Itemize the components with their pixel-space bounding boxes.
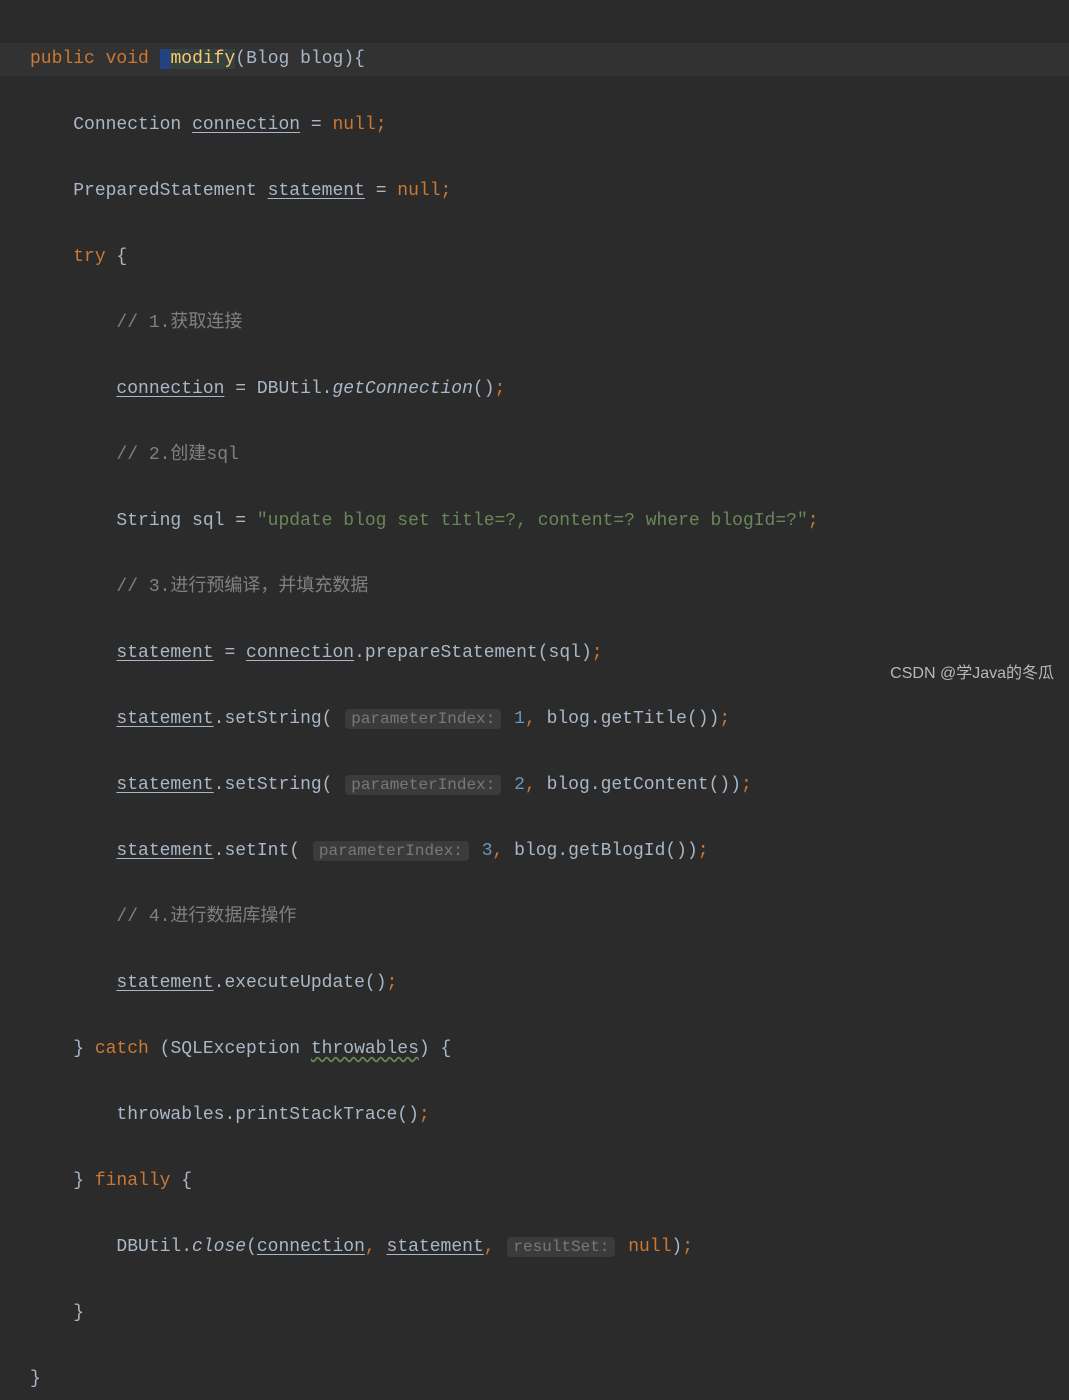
code-line[interactable]: // 2.创建sql: [30, 439, 1069, 472]
code-line[interactable]: } catch (SQLException throwables) {: [30, 1033, 1069, 1066]
argument: statement: [387, 1237, 484, 1257]
argument: blog.getContent(): [547, 775, 731, 795]
keyword-catch: catch: [95, 1039, 149, 1059]
comment: // 4.进行数据库操作: [116, 907, 296, 927]
type: String: [116, 511, 181, 531]
string-literal: "update blog set title=?, content=? wher…: [257, 511, 808, 531]
class-name: DBUtil: [257, 379, 322, 399]
method-call: setString: [224, 709, 321, 729]
exception-var: throwables: [311, 1039, 419, 1059]
argument: blog.getTitle(): [547, 709, 709, 729]
keyword-void: void: [106, 49, 149, 69]
argument: blog.getBlogId(): [514, 841, 687, 861]
keyword-public: public: [30, 49, 95, 69]
keyword-null: null: [628, 1237, 671, 1257]
code-line[interactable]: // 3.进行预编译，并填充数据: [30, 571, 1069, 604]
variable: connection: [192, 115, 300, 135]
variable: statement: [116, 643, 213, 663]
param-name: blog: [300, 49, 343, 69]
code-line[interactable]: try {: [30, 241, 1069, 274]
variable: connection: [116, 379, 224, 399]
variable: sql: [192, 511, 224, 531]
code-line[interactable]: statement.setString( parameterIndex: 1, …: [30, 703, 1069, 736]
comment: // 3.进行预编译，并填充数据: [116, 577, 368, 597]
param-type: Blog: [246, 49, 289, 69]
code-line[interactable]: connection = DBUtil.getConnection();: [30, 373, 1069, 406]
number-literal: 2: [514, 775, 525, 795]
variable: statement: [116, 775, 213, 795]
class-name: DBUtil: [116, 1237, 181, 1257]
number-literal: 3: [482, 841, 493, 861]
method-call: executeUpdate: [224, 973, 364, 993]
parameter-hint: resultSet:: [507, 1237, 615, 1257]
static-method: getConnection: [332, 379, 472, 399]
code-line[interactable]: Connection connection = null;: [30, 109, 1069, 142]
watermark-text: CSDN @学Java的冬瓜: [890, 657, 1054, 690]
keyword-null: null: [333, 115, 376, 135]
variable: throwables: [116, 1105, 224, 1125]
code-line[interactable]: String sql = "update blog set title=?, c…: [30, 505, 1069, 538]
variable: connection: [246, 643, 354, 663]
caret-position: [160, 49, 171, 69]
number-literal: 1: [514, 709, 525, 729]
keyword-null: null: [397, 181, 440, 201]
parameter-hint: parameterIndex:: [345, 709, 501, 729]
keyword-finally: finally: [95, 1171, 171, 1191]
code-line[interactable]: }: [30, 1363, 1069, 1396]
method-call: setString: [224, 775, 321, 795]
code-line[interactable]: PreparedStatement statement = null;: [30, 175, 1069, 208]
comment: // 2.创建sql: [116, 445, 238, 465]
code-line[interactable]: } finally {: [30, 1165, 1069, 1198]
code-line[interactable]: }: [30, 1297, 1069, 1330]
method-call: printStackTrace: [235, 1105, 397, 1125]
code-line[interactable]: // 4.进行数据库操作: [30, 901, 1069, 934]
method-name-selected: modify: [170, 49, 235, 69]
variable: statement: [116, 841, 213, 861]
code-line[interactable]: DBUtil.close(connection, statement, resu…: [30, 1231, 1069, 1264]
code-line[interactable]: statement.setInt( parameterIndex: 3, blo…: [30, 835, 1069, 868]
method-call: prepareStatement: [365, 643, 538, 663]
method-call: setInt: [224, 841, 289, 861]
code-line[interactable]: public void modify(Blog blog){: [0, 43, 1069, 76]
type: Connection: [73, 115, 181, 135]
parameter-hint: parameterIndex:: [345, 775, 501, 795]
exception-type: SQLException: [170, 1039, 300, 1059]
parameter-hint: parameterIndex:: [313, 841, 469, 861]
code-editor[interactable]: public void modify(Blog blog){ Connectio…: [0, 0, 1069, 1400]
code-line[interactable]: throwables.printStackTrace();: [30, 1099, 1069, 1132]
variable: statement: [268, 181, 365, 201]
argument: connection: [257, 1237, 365, 1257]
code-line[interactable]: statement.setString( parameterIndex: 2, …: [30, 769, 1069, 802]
static-method: close: [192, 1237, 246, 1257]
variable: statement: [116, 973, 213, 993]
argument: sql: [549, 643, 581, 663]
code-line[interactable]: // 1.获取连接: [30, 307, 1069, 340]
variable: statement: [116, 709, 213, 729]
comment: // 1.获取连接: [116, 313, 242, 333]
keyword-try: try: [73, 247, 105, 267]
code-line[interactable]: statement.executeUpdate();: [30, 967, 1069, 1000]
type: PreparedStatement: [73, 181, 257, 201]
